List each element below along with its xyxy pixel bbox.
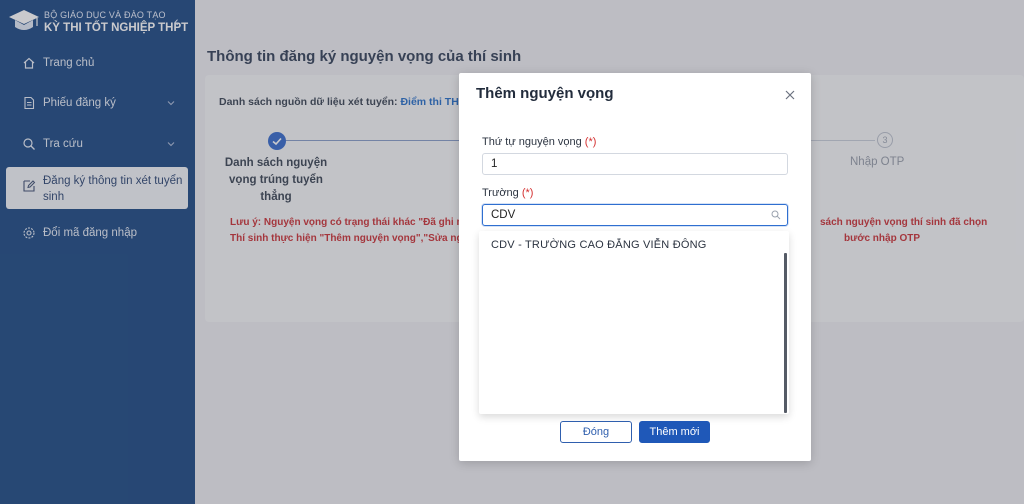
add-preference-modal: Thêm nguyện vọng Thứ tự nguyện vọng (*) … (459, 73, 811, 461)
school-label: Trường (*) (482, 187, 533, 199)
order-input[interactable]: 1 (482, 153, 788, 175)
dropdown-option[interactable]: CDV - TRƯỜNG CAO ĐẲNG VIỄN ĐÔNG (491, 239, 707, 251)
close-button[interactable]: Đóng (560, 421, 632, 443)
dropdown-scrollbar[interactable] (784, 253, 787, 413)
close-icon[interactable] (784, 89, 796, 101)
school-label-text: Trường (482, 187, 519, 199)
required-mark: (*) (521, 187, 534, 199)
school-search-input[interactable]: CDV (482, 204, 788, 226)
modal-title: Thêm nguyện vọng (476, 85, 614, 102)
order-label-text: Thứ tự nguyện vọng (482, 136, 582, 148)
required-mark: (*) (584, 136, 597, 148)
search-icon (771, 210, 781, 220)
add-button[interactable]: Thêm mới (639, 421, 710, 443)
order-label: Thứ tự nguyện vọng (*) (482, 136, 596, 148)
school-dropdown: CDV - TRƯỜNG CAO ĐẲNG VIỄN ĐÔNG (479, 231, 789, 414)
